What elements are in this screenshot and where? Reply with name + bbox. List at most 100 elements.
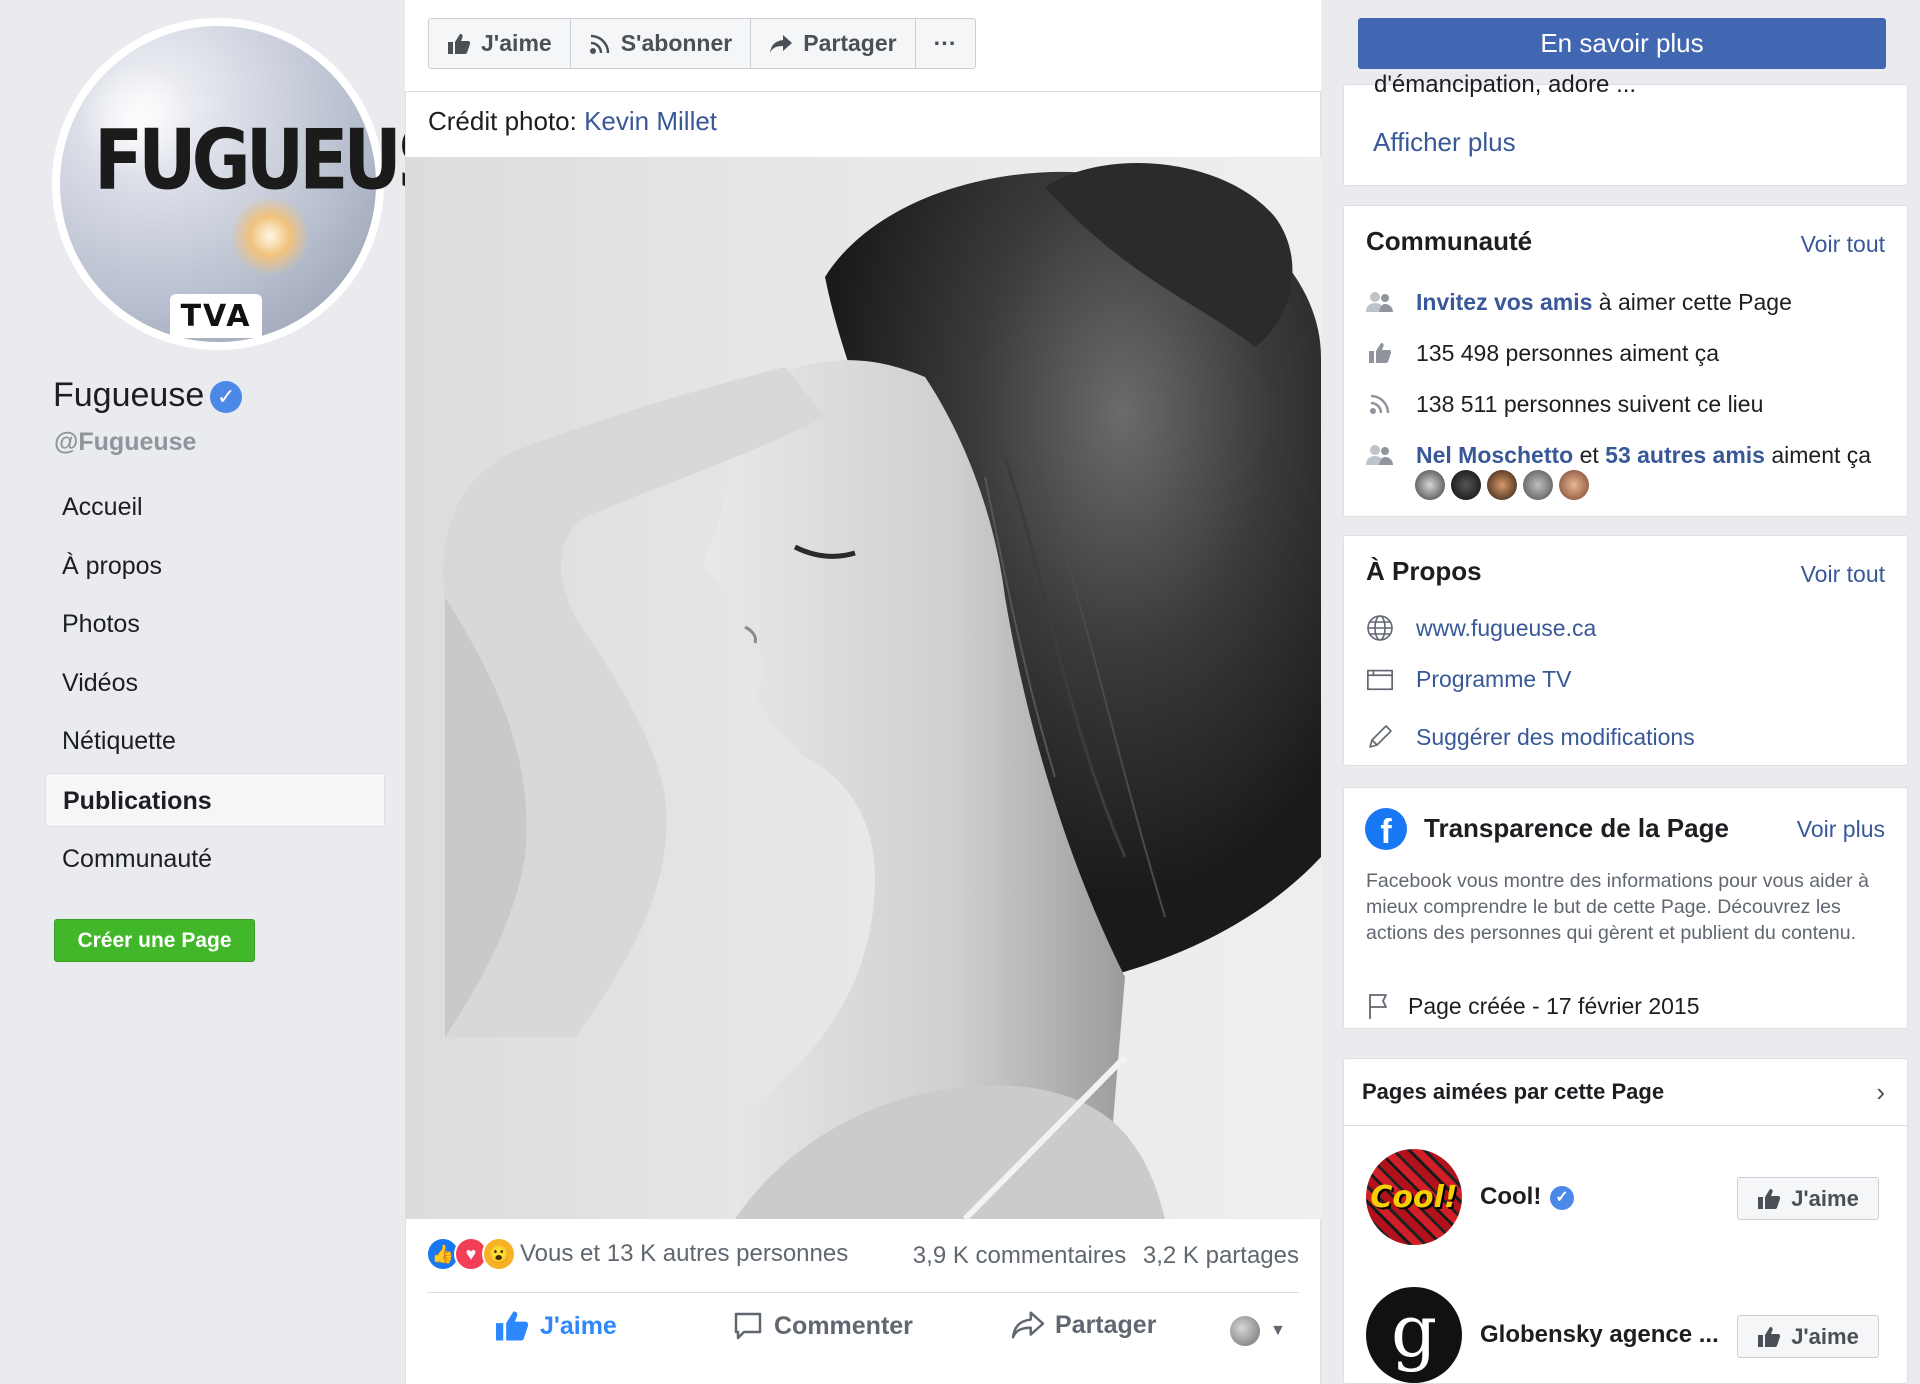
friends-and: et xyxy=(1573,441,1606,468)
nav-item-communaute[interactable]: Communauté xyxy=(45,832,385,886)
pencil-icon xyxy=(1366,723,1394,751)
nav-item-publications[interactable]: Publications xyxy=(45,772,385,827)
post-stats: 3,9 K commentaires 3,2 K partages xyxy=(903,1242,1299,1270)
chevron-down-icon: ▼ xyxy=(1270,1322,1286,1339)
page-nav: Accueil À propos Photos Vidéos Nétiquett… xyxy=(45,480,385,890)
nav-item-videos[interactable]: Vidéos xyxy=(45,656,385,710)
viewer-avatar xyxy=(1230,1316,1260,1346)
friend-avatar[interactable] xyxy=(1559,470,1589,500)
comment-bubble-icon xyxy=(734,1312,762,1340)
friends-like-text: Nel Moschetto et 53 autres amis aiment ç… xyxy=(1416,442,1871,469)
about-see-all-link[interactable]: Voir tout xyxy=(1801,561,1885,588)
friend-avatar[interactable] xyxy=(1415,470,1445,500)
likes-count: 135 498 personnes aiment ça xyxy=(1416,339,1720,366)
comments-count[interactable]: 3,9 K commentaires xyxy=(913,1242,1126,1269)
transparency-title: Transparence de la Page xyxy=(1424,813,1729,843)
post-like-label: J'aime xyxy=(540,1311,617,1340)
nav-item-netiquette[interactable]: Nétiquette xyxy=(45,714,385,768)
website-link[interactable]: www.fugueuse.ca xyxy=(1416,615,1596,642)
chevron-right-icon[interactable]: › xyxy=(1876,1077,1885,1108)
invite-friends-link[interactable]: Invitez vos amis xyxy=(1416,289,1592,315)
cool-logo-text: Cool! xyxy=(1370,1179,1458,1215)
liked-page-name[interactable]: Globensky agence ... xyxy=(1480,1321,1720,1349)
page-share-button[interactable]: Partager xyxy=(751,19,916,68)
avatar-network-badge: TVA xyxy=(170,294,262,338)
photo-credit-prefix: Crédit photo: xyxy=(428,106,585,136)
more-friends-link[interactable]: 53 autres amis xyxy=(1605,442,1765,468)
post-photo[interactable] xyxy=(405,157,1321,1219)
page-subscribe-button[interactable]: S'abonner xyxy=(571,19,752,68)
post-share-label: Partager xyxy=(1055,1310,1157,1339)
friends-rest: aiment ça xyxy=(1764,441,1872,468)
liked-pages-card: Pages aimées par cette Page › Cool! Cool… xyxy=(1343,1058,1909,1384)
page-more-button[interactable]: ··· xyxy=(916,19,975,68)
wow-reaction-icon: 😮 xyxy=(482,1237,516,1271)
page-like-button[interactable]: J'aime xyxy=(429,19,571,68)
more-dots-icon: ··· xyxy=(933,30,957,56)
flag-icon xyxy=(1366,992,1394,1020)
create-page-button[interactable]: Créer une Page xyxy=(54,919,255,962)
left-column: FUGUEUSE TVA Fugueuse ✓ @Fugueuse Accueil… xyxy=(0,0,493,1384)
liked-page-item[interactable]: Cool! Cool! ✓ xyxy=(1366,1149,1720,1245)
page-share-label: Partager xyxy=(803,30,897,56)
community-see-all-link[interactable]: Voir tout xyxy=(1801,231,1885,258)
liked-page-logo: g xyxy=(1366,1287,1462,1383)
community-title: Communauté xyxy=(1366,226,1533,256)
about-summary-card: d'émancipation, adore ... Afficher plus xyxy=(1343,71,1908,186)
transparency-description: Facebook vous montre des informations po… xyxy=(1366,870,1869,944)
page-action-buttons: J'aime S'abonner Partager ··· xyxy=(428,18,976,69)
post-comment-label: Commenter xyxy=(774,1311,913,1340)
page-name[interactable]: Fugueuse xyxy=(53,376,204,414)
post-like-button[interactable]: J'aime xyxy=(494,1310,617,1342)
liked-page-item[interactable]: g Globensky agence ... xyxy=(1366,1287,1720,1383)
tv-program-icon xyxy=(1366,665,1394,693)
friend-avatar[interactable] xyxy=(1451,470,1481,500)
verified-badge-icon: ✓ xyxy=(210,381,243,413)
liked-pages-header[interactable]: Pages aimées par cette Page xyxy=(1362,1079,1664,1105)
tv-row: Programme TV xyxy=(1366,665,1572,693)
post-share-button[interactable]: Partager xyxy=(1011,1310,1156,1340)
globensky-logo-text: g xyxy=(1390,1289,1438,1373)
page-created-row: Page créée - 17 février 2015 xyxy=(1366,992,1700,1020)
like-page-button[interactable]: J'aime xyxy=(1737,1177,1879,1220)
nav-item-photos[interactable]: Photos xyxy=(45,597,385,651)
nav-item-a-propos[interactable]: À propos xyxy=(45,539,385,593)
photo-credit: Crédit photo: Kevin Millet xyxy=(428,106,717,137)
transparency-see-more-link[interactable]: Voir plus xyxy=(1797,816,1885,843)
show-more-link[interactable]: Afficher plus xyxy=(1373,127,1516,158)
nav-item-accueil[interactable]: Accueil xyxy=(45,480,385,534)
friend-avatar[interactable] xyxy=(1487,470,1517,500)
liked-page-name[interactable]: Cool! ✓ xyxy=(1480,1183,1720,1211)
invite-rest: à aimer cette Page xyxy=(1592,288,1792,315)
community-card: Communauté Voir tout Invitez vos amis à … xyxy=(1343,205,1908,517)
friend-name-link[interactable]: Nel Moschetto xyxy=(1416,442,1573,468)
verified-badge-icon: ✓ xyxy=(1549,1186,1574,1210)
post-as-selector[interactable]: ▼ xyxy=(1230,1316,1286,1346)
thumbs-up-icon xyxy=(1758,1326,1781,1347)
friend-avatar[interactable] xyxy=(1523,470,1553,500)
thumbs-up-icon xyxy=(448,33,471,54)
like-page-label: J'aime xyxy=(1791,1185,1859,1211)
share-arrow-icon xyxy=(1011,1311,1045,1339)
about-clipped-text: d'émancipation, adore ... xyxy=(1374,71,1637,98)
reaction-count-text: Vous et 13 K autres personnes xyxy=(520,1240,849,1267)
about-title: À Propos xyxy=(1366,556,1482,586)
actions-divider xyxy=(427,1292,1299,1293)
tv-program-link[interactable]: Programme TV xyxy=(1416,666,1572,693)
invite-friends-row: Invitez vos amis à aimer cette Page xyxy=(1366,288,1792,316)
liked-pages-divider xyxy=(1344,1125,1909,1126)
learn-more-button[interactable]: En savoir plus xyxy=(1358,18,1886,69)
suggest-edits-link[interactable]: Suggérer des modifications xyxy=(1416,724,1695,751)
reaction-summary[interactable]: 👍 ♥ 😮 Vous et 13 K autres personnes xyxy=(426,1237,848,1271)
page-handle[interactable]: @Fugueuse xyxy=(54,428,196,457)
like-page-button[interactable]: J'aime xyxy=(1737,1315,1879,1358)
people-icon xyxy=(1366,441,1394,469)
liked-page-name-text: Cool! xyxy=(1480,1183,1542,1210)
suggest-row: Suggérer des modifications xyxy=(1366,723,1695,751)
like-page-label: J'aime xyxy=(1791,1323,1859,1349)
post-photo-image xyxy=(443,163,1321,1219)
page-title[interactable]: Fugueuse ✓ xyxy=(53,376,243,415)
shares-count[interactable]: 3,2 K partages xyxy=(1143,1242,1299,1269)
photo-credit-link[interactable]: Kevin Millet xyxy=(584,106,717,136)
post-comment-button[interactable]: Commenter xyxy=(732,1310,913,1342)
